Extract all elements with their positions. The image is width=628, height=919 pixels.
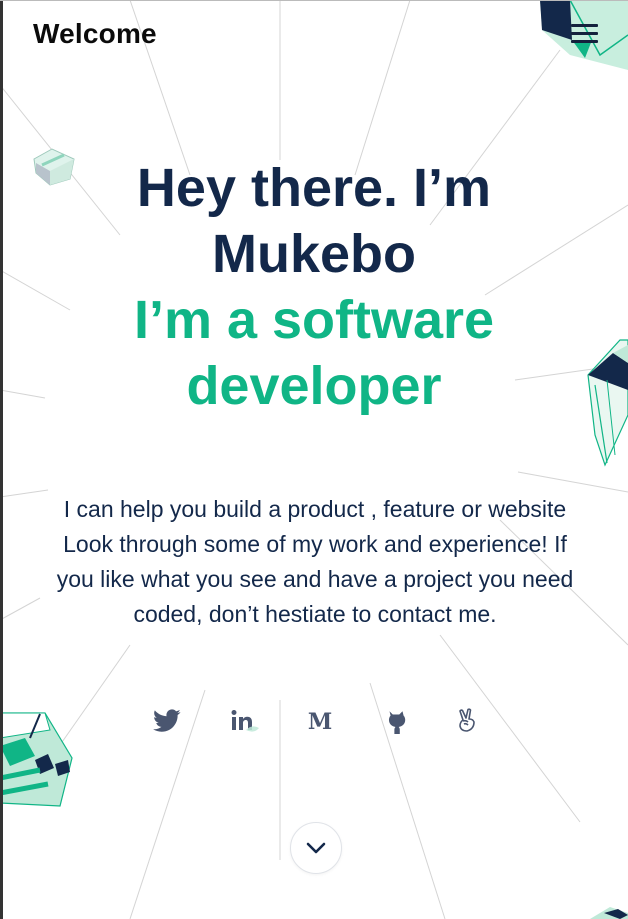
window-edge <box>0 0 3 919</box>
twitter-link[interactable] <box>150 703 184 739</box>
background-rays <box>0 0 628 919</box>
twitter-icon <box>153 709 181 732</box>
angellist-icon <box>459 708 475 732</box>
decorative-cube-bottom-left <box>0 712 73 807</box>
linkedin-icon <box>231 710 259 732</box>
medium-icon: M <box>308 709 332 734</box>
hamburger-menu-icon[interactable] <box>571 23 599 47</box>
menu-bar <box>571 32 598 35</box>
decorative-cube-bottom-right <box>590 907 628 919</box>
name-line: Mukebo <box>211 224 416 284</box>
medium-link[interactable]: M <box>303 703 337 739</box>
role-line: developer <box>186 356 442 416</box>
github-icon <box>388 711 406 734</box>
menu-bar <box>571 24 598 27</box>
linkedin-link[interactable] <box>228 703 262 739</box>
greeting-line: Hey there. I’m <box>136 158 492 218</box>
menu-bar <box>571 40 598 43</box>
svg-text:M: M <box>308 709 332 734</box>
intro-line: I can help you build a product , feature… <box>63 496 567 522</box>
github-link[interactable] <box>379 703 413 739</box>
intro-line: Look through some of my work and experie… <box>63 531 567 557</box>
scroll-down-button[interactable] <box>290 822 342 874</box>
brand-title[interactable]: Welcome <box>33 18 157 50</box>
intro-line: you like what you see and have a project… <box>56 566 574 592</box>
chevron-down-icon <box>306 842 326 854</box>
social-links: M <box>150 703 480 743</box>
intro-line: coded, don’t hestiate to contact me. <box>133 601 497 627</box>
site-header: Welcome <box>0 0 628 72</box>
hero-heading: Hey there. I’m Mukebo I’m a software dev… <box>0 155 628 419</box>
angellist-link[interactable] <box>450 703 484 739</box>
page: Welcome Hey there. I’m Mukebo I’m a soft… <box>0 0 628 919</box>
role-line: I’m a software <box>133 290 495 350</box>
intro-paragraph: I can help you build a product , feature… <box>20 492 610 632</box>
